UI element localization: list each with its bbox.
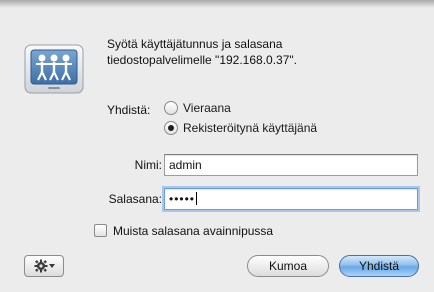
dialog-message: Syötä käyttäjätunnus ja salasana tiedost…: [107, 36, 407, 68]
name-label: Nimi:: [134, 158, 162, 172]
file-server-icon: [24, 44, 84, 94]
message-line-1: Syötä käyttäjätunnus ja salasana: [107, 37, 283, 51]
radio-registered-button[interactable]: [164, 121, 178, 135]
name-field[interactable]: admin: [164, 154, 418, 176]
password-field[interactable]: •••••: [164, 188, 418, 210]
remember-password-label: Muista salasana avainnipussa: [113, 224, 274, 238]
gear-icon: [34, 259, 47, 273]
name-value: admin: [169, 158, 202, 172]
cancel-button[interactable]: Kumoa: [247, 255, 329, 277]
radio-guest-button[interactable]: [164, 101, 178, 115]
remember-password-checkbox[interactable]: [94, 224, 107, 237]
window-top-shadow: [0, 0, 434, 8]
password-label: Salasana:: [108, 192, 162, 206]
radio-registered-user[interactable]: Rekisteröitynä käyttäjänä: [164, 121, 317, 135]
password-dots: •••••: [169, 192, 196, 206]
radio-registered-label: Rekisteröitynä käyttäjänä: [183, 121, 318, 135]
radio-guest[interactable]: Vieraana: [164, 101, 231, 115]
chevron-down-icon: [48, 264, 55, 268]
message-line-2: tiedostopalvelimelle "192.168.0.37".: [107, 53, 297, 67]
action-menu-button[interactable]: [24, 255, 64, 277]
connect-as-label: Yhdistä:: [107, 103, 151, 117]
radio-guest-label: Vieraana: [183, 101, 231, 115]
text-caret: [196, 192, 198, 205]
connect-button[interactable]: Yhdistä: [339, 255, 419, 277]
